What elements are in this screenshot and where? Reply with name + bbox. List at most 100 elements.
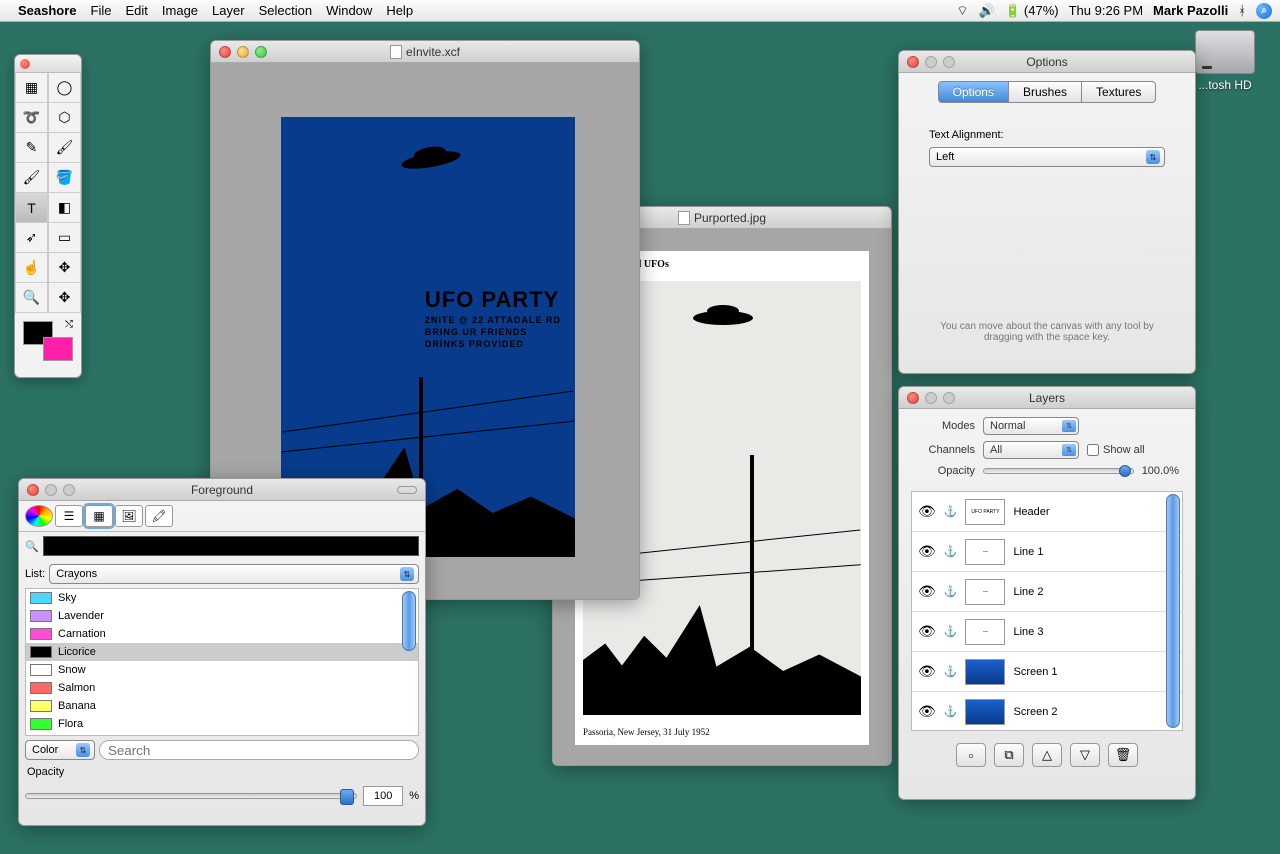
doc1-close[interactable] (219, 46, 231, 58)
palettes-tab[interactable]: ▦ (85, 505, 113, 527)
palette-select[interactable]: Crayons ⇅ (49, 564, 419, 584)
ellipse-select-icon[interactable]: ◯ (48, 73, 81, 103)
color-row[interactable]: Sky (26, 589, 418, 607)
new-layer-button[interactable]: ▫ (956, 743, 986, 767)
color-row[interactable]: Banana (26, 697, 418, 715)
opacity-slider[interactable] (25, 793, 357, 799)
color-list[interactable]: SkyLavenderCarnationLicoriceSnowSalmonBa… (25, 588, 419, 736)
layer-opacity-slider[interactable] (983, 468, 1134, 474)
lasso-icon[interactable]: ➰ (15, 103, 48, 133)
fg-close[interactable] (27, 484, 39, 496)
bucket-icon[interactable]: 🪣 (48, 163, 81, 193)
show-all-checkbox[interactable]: Show all (1087, 444, 1147, 456)
text-alignment-select[interactable]: Left ⇅ (929, 147, 1165, 167)
layer-row[interactable]: 👁⚓—Line 1 (912, 532, 1182, 572)
doc1-zoom[interactable] (255, 46, 267, 58)
smudge-icon[interactable]: ☝ (15, 253, 48, 283)
layer-row[interactable]: 👁 ⚓ Screen 2 (912, 692, 1182, 731)
menu-selection[interactable]: Selection (259, 3, 312, 18)
color-search-input[interactable] (99, 740, 419, 760)
channels-select[interactable]: All⇅ (983, 441, 1079, 459)
move-up-button[interactable]: △ (1032, 743, 1062, 767)
app-menu[interactable]: Seashore (18, 3, 77, 18)
battery-icon[interactable]: 🔋(47%) (1005, 3, 1059, 19)
spotlight-icon[interactable]: ⌕ (1256, 3, 1272, 19)
duplicate-layer-button[interactable]: ⧉ (994, 743, 1024, 767)
current-color-swatch[interactable] (43, 536, 419, 556)
zoom-icon[interactable]: 🔍 (15, 283, 48, 313)
rect-select-icon[interactable]: ▦ (15, 73, 48, 103)
anchor-icon[interactable]: ⚓ (944, 625, 958, 638)
layer-list[interactable]: 👁⚓UFO PARTYHeader👁⚓—Line 1👁⚓—Line 2👁⚓—Li… (911, 491, 1183, 731)
polygon-lasso-icon[interactable]: ⬡ (48, 103, 81, 133)
tools-close[interactable] (20, 59, 30, 69)
clone-icon[interactable]: ✥ (48, 253, 81, 283)
menu-layer[interactable]: Layer (212, 3, 245, 18)
opts-close[interactable] (907, 56, 919, 68)
visibility-icon[interactable]: 👁 (918, 663, 936, 680)
visibility-icon[interactable]: 👁 (918, 623, 936, 640)
color-row[interactable]: Ice (26, 733, 418, 736)
menu-help[interactable]: Help (386, 3, 413, 18)
layer-row[interactable]: 👁⚓Screen 1 (912, 652, 1182, 692)
color-row[interactable]: Salmon (26, 679, 418, 697)
layer-name: Screen 2 (1013, 706, 1057, 718)
move-down-button[interactable]: ▽ (1070, 743, 1100, 767)
menu-window[interactable]: Window (326, 3, 372, 18)
anchor-icon[interactable]: ⚓ (944, 545, 958, 558)
anchor-icon[interactable]: ⚓ (944, 705, 958, 718)
eyedropper-icon[interactable]: ➶ (15, 223, 48, 253)
color-swatches[interactable]: ⤭ (21, 319, 75, 363)
paint-icon[interactable]: 🖌 (15, 163, 48, 193)
swap-colors-icon[interactable]: ⤭ (65, 319, 73, 330)
opacity-value[interactable]: 100 (363, 786, 403, 806)
image-tab[interactable]: 🖼 (115, 505, 143, 527)
sliders-tab[interactable]: ☰ (55, 505, 83, 527)
scroll-thumb[interactable] (1166, 494, 1180, 728)
brush-icon[interactable]: 🖌 (48, 133, 81, 163)
color-row[interactable]: Carnation (26, 625, 418, 643)
eraser-icon[interactable]: ◧ (48, 193, 81, 223)
visibility-icon[interactable]: 👁 (918, 543, 936, 560)
color-wheel-tab[interactable] (25, 505, 53, 527)
proxy-icon[interactable] (397, 486, 417, 494)
pencil-icon[interactable]: ✎ (15, 133, 48, 163)
clock[interactable]: Thu 9:26 PM (1069, 3, 1143, 18)
volume-icon[interactable]: 🔊 (979, 3, 995, 19)
wifi-icon[interactable]: ⌔ (956, 3, 968, 19)
user-menu[interactable]: Mark Pazolli (1153, 3, 1228, 18)
menu-edit[interactable]: Edit (126, 3, 148, 18)
gradient-icon[interactable]: ▭ (48, 223, 81, 253)
layers-close[interactable] (907, 392, 919, 404)
move-icon[interactable]: ✥ (48, 283, 81, 313)
delete-layer-button[interactable]: 🗑 (1108, 743, 1138, 767)
tab-options[interactable]: Options (938, 81, 1009, 103)
layer-row[interactable]: 👁⚓—Line 2 (912, 572, 1182, 612)
anchor-icon[interactable]: ⚓ (944, 505, 958, 518)
color-row[interactable]: Lavender (26, 607, 418, 625)
color-row[interactable]: Snow (26, 661, 418, 679)
color-row[interactable]: Licorice (26, 643, 418, 661)
color-row[interactable]: Flora (26, 715, 418, 733)
tab-textures[interactable]: Textures (1082, 81, 1156, 103)
text-tool-icon[interactable]: T (15, 193, 48, 223)
anchor-icon[interactable]: ⚓ (944, 665, 958, 678)
layer-row[interactable]: 👁⚓—Line 3 (912, 612, 1182, 652)
visibility-icon[interactable]: 👁 (918, 503, 936, 520)
menu-image[interactable]: Image (162, 3, 198, 18)
visibility-icon[interactable]: 👁 (918, 583, 936, 600)
crayons-tab[interactable]: 🖍 (145, 505, 173, 527)
desktop-hd[interactable]: ...tosh HD (1190, 30, 1260, 92)
scroll-thumb[interactable] (402, 591, 416, 651)
visibility-icon[interactable]: 👁 (918, 703, 936, 720)
chevron-updown-icon: ⇅ (76, 743, 90, 757)
color-mode-select[interactable]: Color ⇅ (25, 740, 95, 760)
layer-row[interactable]: 👁⚓UFO PARTYHeader (912, 492, 1182, 532)
anchor-icon[interactable]: ⚓ (944, 585, 958, 598)
bluetooth-icon[interactable]: ᚼ (1238, 3, 1246, 18)
modes-select[interactable]: Normal⇅ (983, 417, 1079, 435)
doc1-min[interactable] (237, 46, 249, 58)
tab-brushes[interactable]: Brushes (1009, 81, 1082, 103)
background-swatch[interactable] (43, 337, 73, 361)
menu-file[interactable]: File (91, 3, 112, 18)
